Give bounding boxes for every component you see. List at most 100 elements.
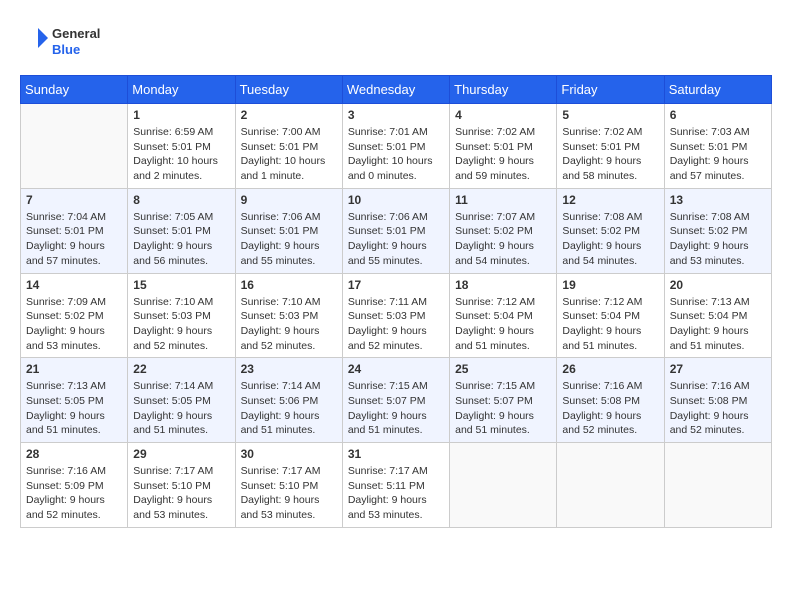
calendar-day-cell: 11Sunrise: 7:07 AMSunset: 5:02 PMDayligh… [450, 188, 557, 273]
day-number: 14 [26, 278, 122, 292]
day-number: 20 [670, 278, 766, 292]
day-number: 15 [133, 278, 229, 292]
calendar-day-cell: 14 Sunrise: 7:09 AMSunset: 5:02 PMDayligh… [21, 273, 128, 358]
calendar-week-row: 14 Sunrise: 7:09 AMSunset: 5:02 PMDayligh… [21, 273, 772, 358]
calendar-day-cell [664, 443, 771, 528]
day-number: 21 [26, 362, 122, 376]
calendar-day-cell [21, 104, 128, 189]
day-info: Sunrise: 7:13 AMSunset: 5:04 PMDaylight:… [670, 295, 766, 354]
calendar-day-header: Sunday [21, 76, 128, 104]
calendar-day-cell: 7 Sunrise: 7:04 AMSunset: 5:01 PMDaylight… [21, 188, 128, 273]
day-info: Sunrise: 6:59 AMSunset: 5:01 PMDaylight:… [133, 125, 229, 184]
day-number: 5 [562, 108, 658, 122]
day-info: Sunrise: 7:06 AMSunset: 5:01 PMDaylight:… [348, 210, 444, 269]
day-number: 3 [348, 108, 444, 122]
calendar-day-cell: 18Sunrise: 7:12 AMSunset: 5:04 PMDayligh… [450, 273, 557, 358]
calendar-day-cell: 28 Sunrise: 7:16 AMSunset: 5:09 PMDayligh… [21, 443, 128, 528]
calendar-day-cell: 6 Sunrise: 7:03 AMSunset: 5:01 PMDaylight… [664, 104, 771, 189]
calendar-day-cell: 4 Sunrise: 7:02 AMSunset: 5:01 PMDaylight… [450, 104, 557, 189]
calendar-day-cell: 27 Sunrise: 7:16 AMSunset: 5:08 PMDayligh… [664, 358, 771, 443]
calendar-day-cell: 19 Sunrise: 7:12 AMSunset: 5:04 PMDayligh… [557, 273, 664, 358]
calendar-day-cell [450, 443, 557, 528]
calendar-day-cell: 3 Sunrise: 7:01 AMSunset: 5:01 PMDaylight… [342, 104, 449, 189]
day-info: Sunrise: 7:12 AMSunset: 5:04 PMDaylight:… [562, 295, 658, 354]
calendar-day-cell: 17 Sunrise: 7:11 AMSunset: 5:03 PMDayligh… [342, 273, 449, 358]
day-info: Sunrise: 7:00 AMSunset: 5:01 PMDaylight:… [241, 125, 337, 184]
calendar-day-cell: 30 Sunrise: 7:17 AMSunset: 5:10 PMDayligh… [235, 443, 342, 528]
logo-svg: General Blue [20, 20, 120, 65]
calendar-day-header: Thursday [450, 76, 557, 104]
calendar-day-header: Monday [128, 76, 235, 104]
day-number: 2 [241, 108, 337, 122]
calendar-day-header: Friday [557, 76, 664, 104]
day-info: Sunrise: 7:01 AMSunset: 5:01 PMDaylight:… [348, 125, 444, 184]
day-number: 24 [348, 362, 444, 376]
day-number: 19 [562, 278, 658, 292]
calendar-day-cell: 29Sunrise: 7:17 AMSunset: 5:10 PMDayligh… [128, 443, 235, 528]
calendar-table: SundayMondayTuesdayWednesdayThursdayFrid… [20, 75, 772, 528]
calendar-day-cell: 15Sunrise: 7:10 AMSunset: 5:03 PMDayligh… [128, 273, 235, 358]
day-info: Sunrise: 7:09 AMSunset: 5:02 PMDaylight:… [26, 295, 122, 354]
calendar-day-cell: 9Sunrise: 7:06 AMSunset: 5:01 PMDaylight… [235, 188, 342, 273]
day-info: Sunrise: 7:14 AMSunset: 5:05 PMDaylight:… [133, 379, 229, 438]
day-number: 23 [241, 362, 337, 376]
calendar-day-cell [557, 443, 664, 528]
calendar-day-cell: 26Sunrise: 7:16 AMSunset: 5:08 PMDayligh… [557, 358, 664, 443]
day-info: Sunrise: 7:07 AMSunset: 5:02 PMDaylight:… [455, 210, 551, 269]
day-number: 4 [455, 108, 551, 122]
day-info: Sunrise: 7:13 AMSunset: 5:05 PMDaylight:… [26, 379, 122, 438]
day-number: 1 [133, 108, 229, 122]
calendar-week-row: 1 Sunrise: 6:59 AMSunset: 5:01 PMDaylight… [21, 104, 772, 189]
day-info: Sunrise: 7:10 AMSunset: 5:03 PMDaylight:… [241, 295, 337, 354]
calendar-day-header: Tuesday [235, 76, 342, 104]
day-info: Sunrise: 7:16 AMSunset: 5:08 PMDaylight:… [670, 379, 766, 438]
day-number: 28 [26, 447, 122, 461]
day-number: 6 [670, 108, 766, 122]
logo: General Blue [20, 20, 120, 65]
calendar-day-header: Wednesday [342, 76, 449, 104]
day-number: 30 [241, 447, 337, 461]
day-info: Sunrise: 7:16 AMSunset: 5:09 PMDaylight:… [26, 464, 122, 523]
day-number: 17 [348, 278, 444, 292]
day-number: 16 [241, 278, 337, 292]
svg-text:Blue: Blue [52, 42, 80, 57]
day-info: Sunrise: 7:06 AMSunset: 5:01 PMDaylight:… [241, 210, 337, 269]
day-info: Sunrise: 7:17 AMSunset: 5:10 PMDaylight:… [133, 464, 229, 523]
day-info: Sunrise: 7:17 AMSunset: 5:11 PMDaylight:… [348, 464, 444, 523]
calendar-day-cell: 1 Sunrise: 6:59 AMSunset: 5:01 PMDaylight… [128, 104, 235, 189]
day-number: 8 [133, 193, 229, 207]
calendar-week-row: 21 Sunrise: 7:13 AMSunset: 5:05 PMDayligh… [21, 358, 772, 443]
calendar-day-cell: 5 Sunrise: 7:02 AMSunset: 5:01 PMDaylight… [557, 104, 664, 189]
day-number: 31 [348, 447, 444, 461]
day-number: 25 [455, 362, 551, 376]
day-info: Sunrise: 7:16 AMSunset: 5:08 PMDaylight:… [562, 379, 658, 438]
day-number: 27 [670, 362, 766, 376]
calendar-week-row: 7 Sunrise: 7:04 AMSunset: 5:01 PMDaylight… [21, 188, 772, 273]
day-info: Sunrise: 7:03 AMSunset: 5:01 PMDaylight:… [670, 125, 766, 184]
day-info: Sunrise: 7:08 AMSunset: 5:02 PMDaylight:… [562, 210, 658, 269]
day-info: Sunrise: 7:08 AMSunset: 5:02 PMDaylight:… [670, 210, 766, 269]
day-number: 12 [562, 193, 658, 207]
calendar-day-cell: 12 Sunrise: 7:08 AMSunset: 5:02 PMDayligh… [557, 188, 664, 273]
calendar-day-cell: 13 Sunrise: 7:08 AMSunset: 5:02 PMDayligh… [664, 188, 771, 273]
calendar-day-cell: 2 Sunrise: 7:00 AMSunset: 5:01 PMDaylight… [235, 104, 342, 189]
calendar-day-cell: 21 Sunrise: 7:13 AMSunset: 5:05 PMDayligh… [21, 358, 128, 443]
calendar-day-cell: 8Sunrise: 7:05 AMSunset: 5:01 PMDaylight… [128, 188, 235, 273]
day-info: Sunrise: 7:15 AMSunset: 5:07 PMDaylight:… [455, 379, 551, 438]
calendar-day-cell: 16 Sunrise: 7:10 AMSunset: 5:03 PMDayligh… [235, 273, 342, 358]
day-info: Sunrise: 7:17 AMSunset: 5:10 PMDaylight:… [241, 464, 337, 523]
day-info: Sunrise: 7:15 AMSunset: 5:07 PMDaylight:… [348, 379, 444, 438]
calendar-day-cell: 24 Sunrise: 7:15 AMSunset: 5:07 PMDayligh… [342, 358, 449, 443]
day-info: Sunrise: 7:02 AMSunset: 5:01 PMDaylight:… [455, 125, 551, 184]
day-number: 13 [670, 193, 766, 207]
day-number: 7 [26, 193, 122, 207]
day-number: 18 [455, 278, 551, 292]
day-number: 22 [133, 362, 229, 376]
calendar-header-row: SundayMondayTuesdayWednesdayThursdayFrid… [21, 76, 772, 104]
day-number: 10 [348, 193, 444, 207]
calendar-day-cell: 31 Sunrise: 7:17 AMSunset: 5:11 PMDayligh… [342, 443, 449, 528]
day-info: Sunrise: 7:02 AMSunset: 5:01 PMDaylight:… [562, 125, 658, 184]
page-header: General Blue [20, 20, 772, 65]
day-info: Sunrise: 7:04 AMSunset: 5:01 PMDaylight:… [26, 210, 122, 269]
day-info: Sunrise: 7:11 AMSunset: 5:03 PMDaylight:… [348, 295, 444, 354]
